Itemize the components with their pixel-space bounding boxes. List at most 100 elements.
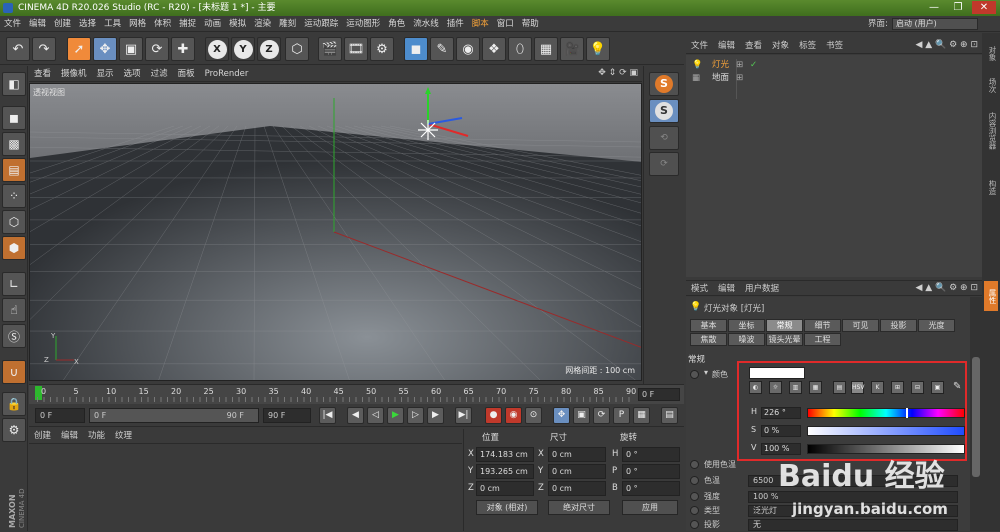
edges-mode-icon[interactable]: ⬡ — [2, 210, 26, 234]
object-list[interactable]: 💡 灯光 ⊞ ✓ ▦ 地面 ⊞ — [686, 55, 982, 277]
mixer-icon[interactable]: ⊞ — [891, 381, 904, 394]
timeline-window-icon[interactable]: ▤ — [661, 407, 678, 424]
property-anim-radio[interactable] — [690, 492, 699, 501]
quantize-button[interactable]: ⟲ — [649, 126, 679, 150]
color-anim-radio[interactable] — [690, 370, 699, 379]
render-view-icon[interactable]: 🎬 — [318, 37, 342, 61]
saturation-field[interactable]: 0 % — [761, 425, 801, 437]
menu-item-2[interactable]: 创建 — [50, 16, 75, 32]
menu-item-10[interactable]: 渲染 — [250, 16, 275, 32]
menu-item-12[interactable]: 运动跟踪 — [300, 16, 342, 32]
viewport-menu-item-3[interactable]: 选项 — [119, 66, 146, 82]
menu-item-9[interactable]: 模拟 — [225, 16, 250, 32]
color-wheel-icon[interactable]: ◐ — [749, 381, 762, 394]
start-frame-field[interactable]: 0 F — [35, 408, 85, 423]
attr-tab-6[interactable]: 光度 — [918, 319, 955, 332]
snap-settings-button[interactable]: S — [649, 72, 679, 96]
attr-tab-4[interactable]: 可见 — [842, 319, 879, 332]
rotation-b-field[interactable]: 0 ° — [622, 481, 680, 496]
menu-item-16[interactable]: 插件 — [443, 16, 468, 32]
attr-tab2-2[interactable]: 镜头光晕 — [766, 333, 803, 346]
z-axis-icon[interactable]: Z — [257, 37, 281, 61]
snap-toggle-button[interactable]: S — [649, 99, 679, 123]
rotation-p-field[interactable]: 0 ° — [622, 464, 680, 479]
color-swatches-icon[interactable]: ▦ — [809, 381, 822, 394]
light-icon[interactable]: 💡 — [586, 37, 610, 61]
menu-item-5[interactable]: 网格 — [125, 16, 150, 32]
array-icon[interactable]: ❖ — [482, 37, 506, 61]
position-y-field[interactable]: 193.265 cm — [476, 464, 534, 479]
object-manager-icons[interactable]: ◀ ▲ 🔍 ⚙ ⊕ ⊡ — [915, 40, 978, 50]
object-row-light[interactable]: 💡 灯光 ⊞ ✓ — [686, 59, 982, 99]
attr-tab-5[interactable]: 投影 — [880, 319, 917, 332]
color-spectrum-icon[interactable]: ☼ — [769, 381, 782, 394]
swatch-grid-icon[interactable]: ▣ — [931, 381, 944, 394]
viewport-menu-item-2[interactable]: 显示 — [92, 66, 119, 82]
menu-item-6[interactable]: 体积 — [150, 16, 175, 32]
attr-tab-2[interactable]: 常规 — [766, 319, 803, 332]
auto-key-icon[interactable]: ◉ — [505, 407, 522, 424]
magnet-icon[interactable]: ∪ — [2, 360, 26, 384]
size-z-field[interactable]: 0 cm — [548, 481, 606, 496]
workplane-button[interactable]: ⟳ — [649, 152, 679, 176]
viewport-menu-item-5[interactable]: 面板 — [173, 66, 200, 82]
menu-item-15[interactable]: 流水线 — [409, 16, 443, 32]
key-position-icon[interactable]: ✥ — [553, 407, 570, 424]
material-menu-item-0[interactable]: 创建 — [29, 429, 56, 444]
hue-slider[interactable] — [807, 408, 965, 418]
key-param-icon[interactable]: P — [613, 407, 630, 424]
menu-item-11[interactable]: 雕刻 — [275, 16, 300, 32]
workplane-mode-icon[interactable]: ▤ — [2, 158, 26, 182]
record-icon[interactable]: ● — [485, 407, 502, 424]
material-menu-item-2[interactable]: 功能 — [83, 429, 110, 444]
object-menu-item-2[interactable]: 查看 — [740, 38, 767, 54]
attr-tab2-0[interactable]: 焦散 — [690, 333, 727, 346]
model-mode-icon[interactable]: ◼ — [2, 106, 26, 130]
property-anim-radio[interactable] — [690, 476, 699, 485]
camera-icon[interactable]: 🎥 — [560, 37, 584, 61]
attr-tab2-3[interactable]: 工程 — [804, 333, 841, 346]
object-name[interactable]: 地面 — [712, 72, 729, 84]
color-picker-image-icon[interactable]: ▥ — [789, 381, 802, 394]
key-scale-icon[interactable]: ▣ — [573, 407, 590, 424]
attr-tab-0[interactable]: 基本 — [690, 319, 727, 332]
menu-item-17[interactable]: 脚本 — [468, 16, 493, 32]
next-frame-icon[interactable]: ▷ — [407, 407, 424, 424]
material-menu-item-3[interactable]: 纹理 — [110, 429, 137, 444]
tab-structure[interactable]: 构造 — [984, 173, 998, 201]
color-swatch[interactable] — [749, 367, 805, 379]
menu-item-7[interactable]: 捕捉 — [175, 16, 200, 32]
tab-attributes[interactable]: 属性 — [984, 281, 998, 311]
enabled-check-icon[interactable]: ✓ — [750, 59, 757, 71]
eyedropper-icon[interactable]: ✎ — [953, 381, 961, 392]
maximize-button[interactable]: ❐ — [946, 1, 970, 14]
hue-field[interactable]: 226 ° — [761, 407, 801, 419]
material-menu-item-1[interactable]: 编辑 — [56, 429, 83, 444]
menu-item-13[interactable]: 运动图形 — [342, 16, 384, 32]
render-picture-viewer-icon[interactable]: 🎞 — [344, 37, 368, 61]
menu-item-8[interactable]: 动画 — [200, 16, 225, 32]
minimize-button[interactable]: — — [922, 1, 946, 14]
render-settings-icon[interactable]: ⚙ — [370, 37, 394, 61]
size-mode-select[interactable]: 绝对尺寸 — [548, 500, 610, 515]
property-anim-radio[interactable] — [690, 460, 699, 469]
viewport-nav-icons[interactable]: ✥ ⇕ ⟳ ▣ — [598, 68, 638, 78]
viewport[interactable]: Y X Z 透视视图 网格间距 : 100 cm — [29, 83, 642, 381]
scale-icon[interactable]: ▣ — [119, 37, 143, 61]
end-frame-field[interactable]: 90 F — [263, 408, 311, 423]
polygons-mode-icon[interactable]: ⬢ — [2, 236, 26, 260]
viewport-menu-item-0[interactable]: 查看 — [29, 66, 56, 82]
attribute-menu-item-2[interactable]: 用户数据 — [740, 281, 784, 297]
attr-tab2-1[interactable]: 噪波 — [728, 333, 765, 346]
menu-item-3[interactable]: 选择 — [75, 16, 100, 32]
keyframe-selection-icon[interactable]: ⊙ — [525, 407, 542, 424]
pen-icon[interactable]: ✎ — [430, 37, 454, 61]
make-editable-icon[interactable]: ◧ — [2, 72, 26, 96]
redo-icon[interactable]: ↷ — [32, 37, 56, 61]
workplane-lock-icon[interactable]: ⚙ — [2, 418, 26, 442]
recent-tool-icon[interactable]: ✚ — [171, 37, 195, 61]
key-pla-icon[interactable]: ▦ — [633, 407, 650, 424]
property-anim-radio[interactable] — [690, 506, 699, 515]
texture-mode-icon[interactable]: ▩ — [2, 132, 26, 156]
prev-key-icon[interactable]: ◀ — [347, 407, 364, 424]
